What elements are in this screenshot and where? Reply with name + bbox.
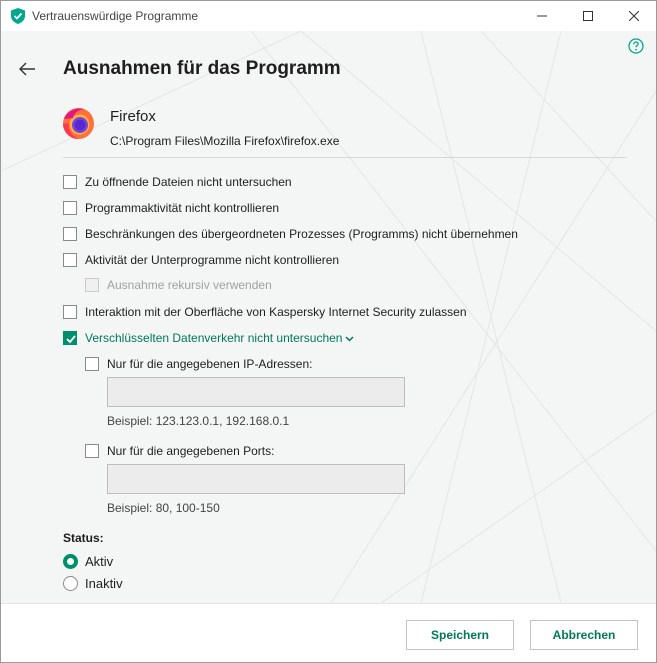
kaspersky-shield-icon (11, 8, 25, 24)
recursive-label: Ausnahme rekursiv verwenden (107, 278, 272, 292)
close-icon (629, 11, 639, 21)
interface-interaction-label[interactable]: Interaktion mit der Oberfläche von Kaspe… (85, 305, 467, 319)
control-activity-checkbox[interactable] (63, 201, 77, 215)
firefox-icon (63, 108, 94, 139)
save-button[interactable]: Speichern (406, 620, 514, 650)
chevron-down-icon[interactable] (345, 336, 355, 342)
parent-restrictions-label[interactable]: Beschränkungen des übergeordneten Prozes… (85, 227, 518, 241)
subprograms-label[interactable]: Aktivität der Unterprogramme nicht kontr… (85, 253, 339, 267)
ip-address-label[interactable]: Nur für die angegebenen IP-Adressen: (107, 357, 312, 371)
divider (63, 157, 627, 158)
scan-files-label[interactable]: Zu öffnende Dateien nicht untersuchen (85, 175, 292, 189)
dialog-window: Vertrauenswürdige Programme Ausnahmen fü… (0, 0, 657, 663)
footer: Speichern Abbrechen (1, 603, 656, 662)
recursive-checkbox (85, 278, 99, 292)
ports-checkbox[interactable] (85, 444, 99, 458)
program-name: Firefox (110, 108, 156, 125)
maximize-button[interactable] (565, 1, 611, 31)
interface-interaction-checkbox[interactable] (63, 305, 77, 319)
scan-files-checkbox[interactable] (63, 175, 77, 189)
help-icon[interactable] (628, 38, 644, 54)
parent-restrictions-checkbox[interactable] (63, 227, 77, 241)
status-label: Status: (63, 531, 104, 545)
ports-hint: Beispiel: 80, 100-150 (107, 501, 220, 515)
ports-label[interactable]: Nur für die angegebenen Ports: (107, 444, 274, 458)
title-bar[interactable]: Vertrauenswürdige Programme (1, 1, 656, 31)
subprograms-checkbox[interactable] (63, 253, 77, 267)
page-title: Ausnahmen für das Programm (63, 58, 341, 79)
minimize-button[interactable] (519, 1, 565, 31)
encrypted-traffic-checkbox[interactable] (63, 331, 77, 345)
back-arrow-icon[interactable] (18, 61, 36, 77)
ip-address-checkbox[interactable] (85, 357, 99, 371)
status-active-label[interactable]: Aktiv (85, 554, 113, 569)
ip-address-hint: Beispiel: 123.123.0.1, 192.168.0.1 (107, 414, 290, 428)
ports-input[interactable] (107, 464, 405, 494)
status-inactive-label[interactable]: Inaktiv (85, 576, 123, 591)
maximize-icon (583, 11, 593, 21)
close-button[interactable] (611, 1, 656, 31)
cancel-button[interactable]: Abbrechen (530, 620, 638, 650)
window-title: Vertrauenswürdige Programme (32, 9, 199, 23)
encrypted-traffic-label[interactable]: Verschlüsselten Datenverkehr nicht unter… (85, 331, 355, 345)
status-inactive-radio[interactable] (63, 576, 78, 591)
status-active-radio[interactable] (63, 554, 78, 569)
content-area: Ausnahmen für das Programm Firefox C:\Pr… (1, 31, 656, 603)
program-path: C:\Program Files\Mozilla Firefox\firefox… (110, 134, 340, 148)
control-activity-label[interactable]: Programmaktivität nicht kontrollieren (85, 201, 279, 215)
checkmark-icon (66, 335, 76, 344)
minimize-icon (537, 15, 547, 17)
ip-address-input[interactable] (107, 377, 405, 407)
